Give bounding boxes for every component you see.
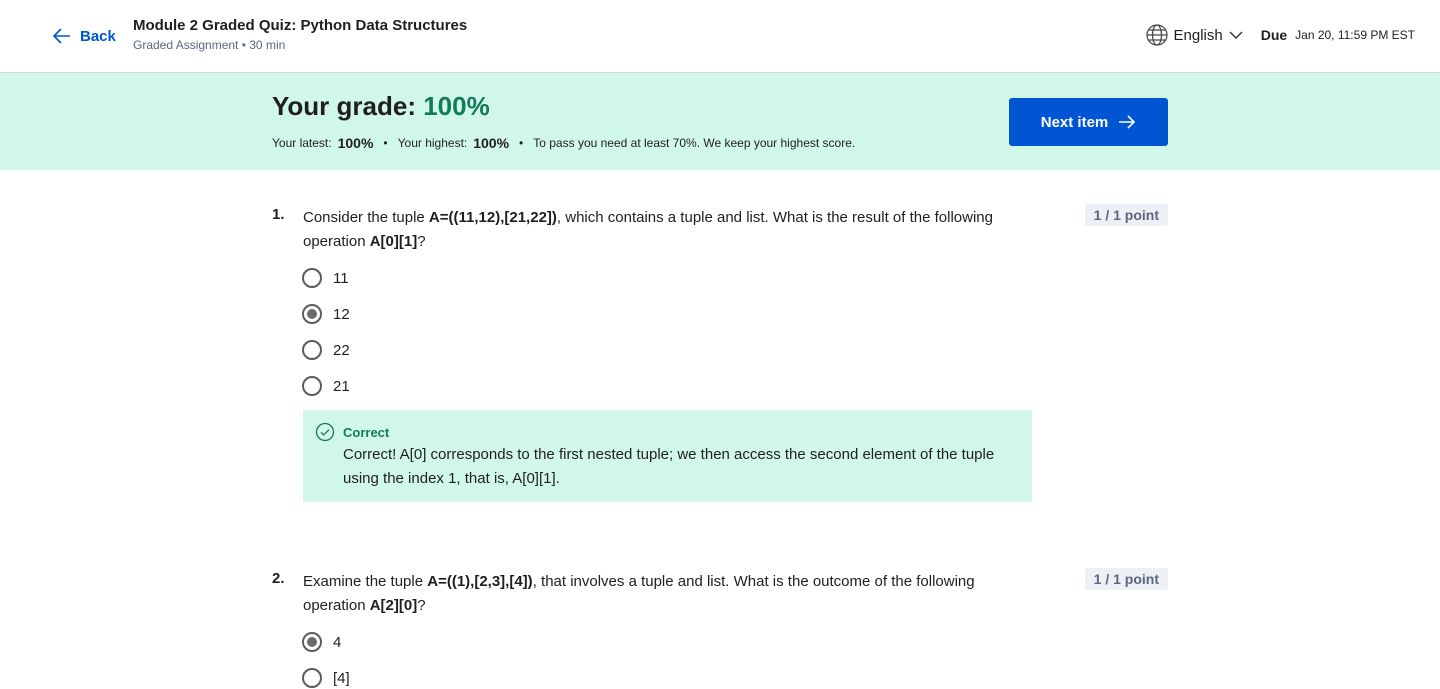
check-circle-icon xyxy=(315,422,335,442)
radio-button-selected[interactable] xyxy=(302,304,322,324)
separator: • xyxy=(383,136,388,150)
question-text: Consider the tuple A=((11,12),[21,22]), … xyxy=(303,206,1023,254)
answer-option[interactable]: 12 xyxy=(302,304,350,324)
latest-value: 100% xyxy=(337,135,374,151)
answer-option[interactable]: 4 xyxy=(302,632,341,652)
option-label: [4] xyxy=(333,669,350,687)
language-selector[interactable]: English xyxy=(1145,24,1243,46)
due-date: Jan 20, 11:59 PM EST xyxy=(1295,28,1415,42)
chevron-down-icon xyxy=(1229,31,1243,39)
arrow-left-icon xyxy=(52,28,70,44)
separator: • xyxy=(519,136,524,150)
option-label: 22 xyxy=(333,341,350,359)
grade-label: Your grade: xyxy=(272,91,416,121)
highest-label: Your highest: xyxy=(397,136,468,150)
question-number: 2. xyxy=(272,570,285,587)
due-label: Due xyxy=(1260,27,1288,43)
pass-note: To pass you need at least 70%. We keep y… xyxy=(533,136,856,150)
answer-option[interactable]: 22 xyxy=(302,340,350,360)
assignment-title: Module 2 Graded Quiz: Python Data Struct… xyxy=(133,17,468,34)
grade-value: 100% xyxy=(423,91,490,121)
question-text-part: Consider the tuple xyxy=(303,209,429,226)
grade-details: Your latest: 100% • Your highest: 100% •… xyxy=(272,135,855,151)
radio-button[interactable] xyxy=(302,668,322,688)
radio-button[interactable] xyxy=(302,340,322,360)
grade-heading: Your grade: 100% xyxy=(272,91,490,122)
option-label: 21 xyxy=(333,377,350,395)
next-item-button[interactable]: Next item xyxy=(1009,98,1168,146)
points-badge: 1 / 1 point xyxy=(1084,204,1168,226)
question-text-part: ? xyxy=(417,597,426,614)
arrow-right-icon xyxy=(1119,115,1136,129)
question-text-part: ? xyxy=(417,233,426,250)
globe-icon xyxy=(1145,24,1168,46)
top-bar: Back Module 2 Graded Quiz: Python Data S… xyxy=(0,0,1440,73)
language-label: English xyxy=(1173,26,1223,44)
option-label: 12 xyxy=(333,305,350,323)
question-code: A[0][1] xyxy=(369,233,418,250)
back-button[interactable]: Back xyxy=(52,26,116,46)
latest-label: Your latest: xyxy=(272,136,332,150)
feedback-box: Correct Correct! A[0] corresponds to the… xyxy=(303,410,1032,502)
assignment-title-block: Module 2 Graded Quiz: Python Data Struct… xyxy=(133,17,467,52)
feedback-status: Correct xyxy=(343,425,390,440)
header-tools: English Due Jan 20, 11:59 PM EST xyxy=(1145,24,1415,46)
highest-value: 100% xyxy=(473,135,510,151)
question-code: A[2][0] xyxy=(369,597,418,614)
question-code: A=((11,12),[21,22]) xyxy=(428,209,557,226)
question-code: A=((1),[2,3],[4]) xyxy=(427,573,533,590)
feedback-text: Correct! A[0] corresponds to the first n… xyxy=(343,446,995,487)
answer-option[interactable]: [4] xyxy=(302,668,350,688)
radio-button-selected[interactable] xyxy=(302,632,322,652)
assignment-subtitle: Graded Assignment • 30 min xyxy=(133,38,286,52)
grade-banner: Your grade: 100% Your latest: 100% • You… xyxy=(0,73,1440,170)
answer-option[interactable]: 21 xyxy=(302,376,350,396)
option-label: 11 xyxy=(333,269,349,287)
question-1: 1. Consider the tuple A=((11,12),[21,22]… xyxy=(272,204,1168,506)
radio-button[interactable] xyxy=(302,376,322,396)
back-label: Back xyxy=(80,27,116,45)
question-text: Examine the tuple A=((1),[2,3],[4]), tha… xyxy=(303,570,1023,618)
question-2: 2. Examine the tuple A=((1),[2,3],[4]), … xyxy=(272,568,1168,689)
answer-option[interactable]: 11 xyxy=(302,268,349,288)
next-item-label: Next item xyxy=(1040,113,1109,131)
question-number: 1. xyxy=(272,206,285,223)
points-badge: 1 / 1 point xyxy=(1084,568,1168,590)
question-text-part: Examine the tuple xyxy=(303,573,428,590)
option-label: 4 xyxy=(333,633,342,651)
radio-button[interactable] xyxy=(302,268,322,288)
